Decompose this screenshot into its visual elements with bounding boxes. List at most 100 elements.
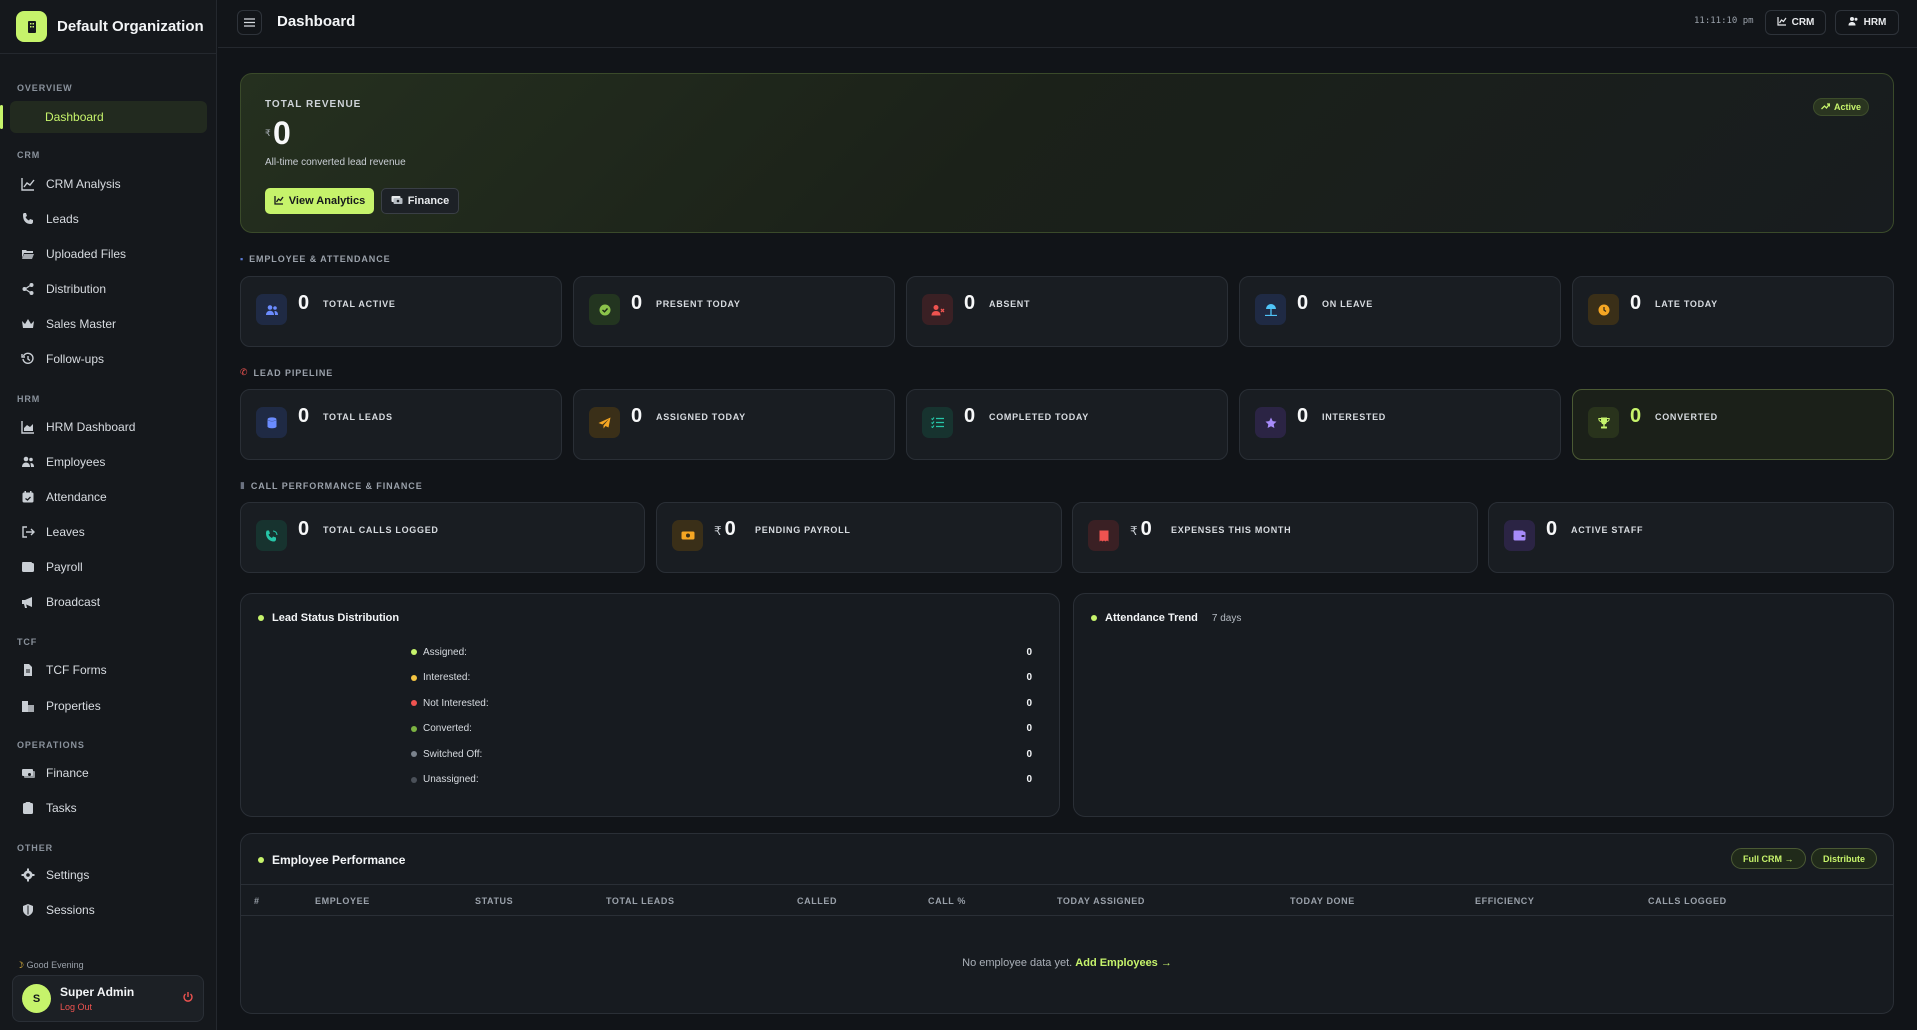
sidebar-item-tasks[interactable]: Tasks [10,792,207,824]
stat-pending-payroll: ₹0 PENDING PAYROLL [656,502,1062,573]
chart-line-icon [274,195,284,208]
sidebar-item-finance[interactable]: Finance [10,757,207,789]
lead-status-row: Interested: 0 [411,670,1032,686]
nav-section-tcf: TCF [17,637,38,647]
section-lead-pipeline: ✆ LEAD PIPELINE [240,367,333,378]
hrm-button[interactable]: HRM [1835,10,1899,35]
column-header[interactable]: TODAY ASSIGNED [1057,896,1145,906]
building-icon [16,11,47,42]
column-header[interactable]: TODAY DONE [1290,896,1355,906]
column-header[interactable]: EMPLOYEE [315,896,370,906]
database-icon [256,407,287,438]
moon-icon: ☽ [16,960,25,970]
stat-total-active: 0 TOTAL ACTIVE [240,276,562,347]
avatar[interactable]: S [22,984,51,1013]
stat-label: COMPLETED TODAY [989,412,1090,422]
status-dot-icon [411,700,417,706]
stat-number: 0 [631,405,643,427]
logout-link[interactable]: Log Out [60,1002,134,1012]
greeting-text: Good Evening [26,960,84,970]
empty-state-text: No employee data yet. [962,957,1073,969]
view-analytics-label: View Analytics [288,195,366,207]
lead-status-row: Unassigned: 0 [411,772,1032,788]
sidebar-item-properties[interactable]: Properties [10,690,207,722]
status-value: 0 [1026,697,1032,709]
column-header[interactable]: CALLS LOGGED [1648,896,1727,906]
stat-number: 0 [298,292,310,314]
full-crm-button[interactable]: Full CRM → [1731,848,1806,869]
sidebar-item-follow-ups[interactable]: Follow-ups [10,343,207,375]
users-icon [20,454,36,470]
stat-expenses-month: ₹0 EXPENSES THIS MONTH [1072,502,1478,573]
nav-section-hrm: HRM [17,394,41,404]
column-header[interactable]: CALLED [797,896,837,906]
file-icon [20,662,36,678]
phone-volume-icon [256,520,287,551]
status-value: 0 [1026,774,1032,785]
trend-up-icon [1821,102,1831,112]
user-name: Super Admin [60,985,135,999]
column-header[interactable]: STATUS [475,896,513,906]
stat-value: 0 [298,292,309,315]
power-icon[interactable] [182,991,194,1006]
sidebar-item-label: Sales Master [46,317,117,331]
table-header: # EMPLOYEE STATUS TOTAL LEADS CALLED CAL… [241,884,1893,916]
stat-value: 0 [1630,405,1641,428]
chart-area-icon [20,419,36,435]
share-nodes-icon [20,281,36,297]
sidebar: Default Organization OVERVIEW Dashboard … [0,0,217,1030]
sidebar-item-settings[interactable]: Settings [10,859,207,891]
chart-line-icon [20,176,36,192]
sidebar-item-uploaded-files[interactable]: Uploaded Files [10,238,207,270]
brand[interactable]: Default Organization [0,0,216,54]
stat-value: 0 [298,518,309,541]
stat-value: 0 [298,405,309,428]
hamburger-icon [244,15,255,30]
add-employees-link[interactable]: Add Employees → [1075,957,1172,969]
sidebar-item-hrm-dashboard[interactable]: HRM Dashboard [10,411,207,443]
sidebar-item-leaves[interactable]: Leaves [10,516,207,548]
clock: 11:11:10 pm [1694,16,1754,26]
sidebar-item-leads[interactable]: Leads [10,203,207,235]
stat-number: 0 [631,292,643,314]
dot-icon [258,615,264,621]
sidebar-item-broadcast[interactable]: Broadcast [10,586,207,618]
sidebar-item-dashboard[interactable]: Dashboard [0,101,207,133]
panel-title-text: Attendance Trend [1105,612,1198,624]
sidebar-item-payroll[interactable]: Payroll [10,551,207,583]
column-header[interactable]: # [254,896,260,906]
column-header[interactable]: CALL % [928,896,966,906]
sidebar-item-employees[interactable]: Employees [10,446,207,478]
column-header[interactable]: TOTAL LEADS [606,896,675,906]
distribute-button[interactable]: Distribute [1811,848,1878,869]
status-value: 0 [1026,672,1032,683]
sidebar-item-attendance[interactable]: Attendance [10,481,207,513]
stat-currency: ₹ [1130,524,1138,538]
status-value: 0 [1026,748,1032,760]
sidebar-item-sales-master[interactable]: Sales Master [10,308,207,340]
stat-number: 0 [298,518,310,540]
menu-toggle-button[interactable] [237,10,262,35]
stat-value: 0 [631,405,642,428]
dot-icon [1091,615,1097,621]
user-card: S Super Admin Log Out [12,975,204,1022]
stat-on-leave: 0 ON LEAVE [1239,276,1561,347]
stat-number: 0 [1297,405,1309,427]
sidebar-item-label: Settings [46,868,90,882]
revenue-card: TOTAL REVENUE ₹ 0 All-time converted lea… [240,73,1894,233]
sidebar-item-label: Uploaded Files [46,247,127,261]
sidebar-item-tcf-forms[interactable]: TCF Forms [10,654,207,686]
view-analytics-button[interactable]: View Analytics [265,188,374,214]
stat-number: 0 [1630,292,1642,314]
stat-total-leads: 0 TOTAL LEADS [240,389,562,460]
revenue-value: 0 [273,115,291,151]
crm-button[interactable]: CRM [1765,10,1826,35]
sidebar-item-distribution[interactable]: Distribution [10,273,207,305]
page-title: Dashboard [277,13,356,30]
column-header[interactable]: EFFICIENCY [1475,896,1535,906]
sidebar-item-sessions[interactable]: Sessions [10,894,207,926]
sidebar-item-label: Attendance [46,490,107,504]
sidebar-item-label: Employees [46,455,106,469]
sidebar-item-crm-analysis[interactable]: CRM Analysis [10,168,207,200]
finance-button[interactable]: Finance [381,188,459,214]
